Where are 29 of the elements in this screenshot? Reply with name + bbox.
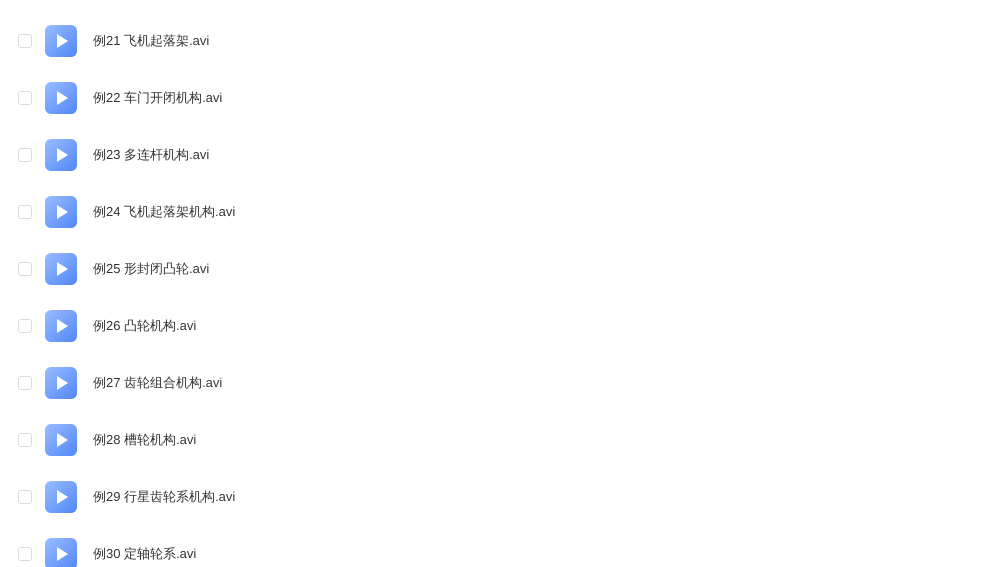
video-play-icon <box>45 252 77 284</box>
checkbox[interactable] <box>18 262 32 276</box>
video-play-icon <box>45 480 77 512</box>
checkbox[interactable] <box>18 318 32 332</box>
video-play-icon <box>45 310 77 342</box>
checkbox[interactable] <box>18 490 32 504</box>
checkbox[interactable] <box>18 204 32 218</box>
file-name[interactable]: 例23 多连杆机构.avi <box>93 144 210 164</box>
file-name[interactable]: 例21 飞机起落架.avi <box>93 30 210 50</box>
video-play-icon <box>45 82 77 114</box>
checkbox[interactable] <box>18 432 32 446</box>
file-name[interactable]: 例25 形封闭凸轮.avi <box>93 258 210 278</box>
video-play-icon <box>45 424 77 456</box>
video-play-icon <box>45 138 77 170</box>
checkbox[interactable] <box>18 90 32 104</box>
file-name[interactable]: 例24 飞机起落架机构.avi <box>93 202 236 222</box>
video-play-icon <box>45 196 77 228</box>
file-name[interactable]: 例22 车门开闭机构.avi <box>93 88 222 108</box>
file-name[interactable]: 例26 凸轮机构.avi <box>93 316 196 336</box>
checkbox[interactable] <box>18 376 32 390</box>
checkbox[interactable] <box>18 546 32 560</box>
file-name[interactable]: 例28 槽轮机构.avi <box>93 430 196 450</box>
checkbox[interactable] <box>18 148 32 162</box>
file-name[interactable]: 例27 齿轮组合机构.avi <box>93 372 222 392</box>
file-name[interactable]: 例29 行星齿轮系机构.avi <box>93 486 236 506</box>
checkbox[interactable] <box>18 34 32 48</box>
video-play-icon <box>45 24 77 56</box>
file-name[interactable]: 例30 定轴轮系.avi <box>93 544 196 564</box>
video-play-icon <box>45 366 77 398</box>
